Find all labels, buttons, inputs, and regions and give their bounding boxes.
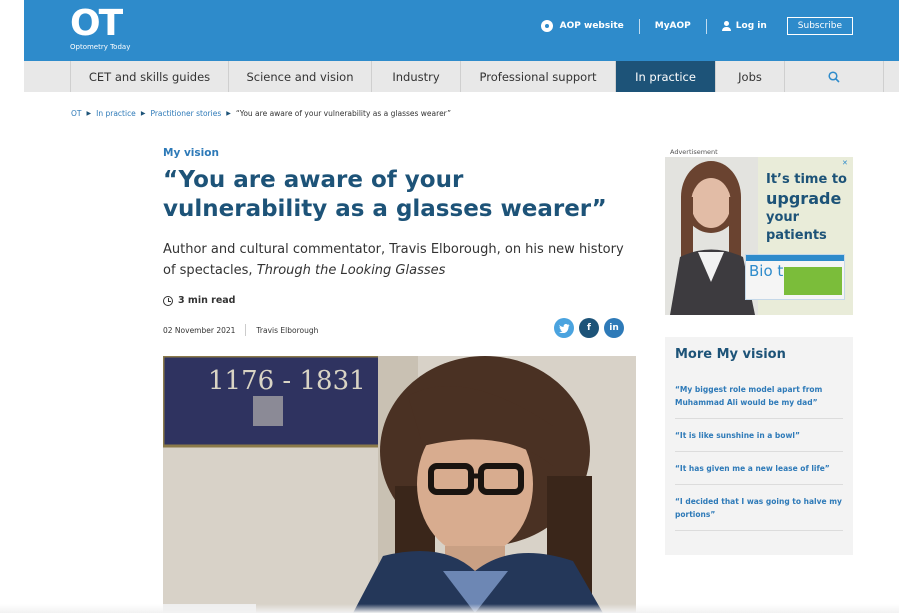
more-my-vision: More My vision “My biggest role model ap… <box>665 337 853 555</box>
breadcrumb-arrow-icon: ▶ <box>226 110 231 117</box>
article-meta: 02 November 2021 Travis Elborough <box>163 324 318 336</box>
advert-line1: It’s time to <box>766 172 847 187</box>
list-item[interactable]: “I decided that I was going to halve my … <box>675 485 843 531</box>
aop-website-link[interactable]: AOP website <box>540 20 624 32</box>
main-nav: CET and skills guides Science and vision… <box>24 61 899 92</box>
breadcrumb-in-practice[interactable]: In practice <box>96 109 136 118</box>
nav-item-jobs[interactable]: Jobs <box>715 61 784 92</box>
login-label: Log in <box>735 21 767 31</box>
nav-item-cet[interactable]: CET and skills guides <box>70 61 228 92</box>
myaop-link[interactable]: MyAOP <box>655 21 691 31</box>
breadcrumb-arrow-icon: ▶ <box>140 110 146 117</box>
article-standfirst: Author and cultural commentator, Travis … <box>163 239 633 281</box>
breadcrumb-practitioner-stories[interactable]: Practitioner stories <box>150 109 221 118</box>
article-title: “You are aware of your vulnerability as … <box>163 167 607 222</box>
read-time: 3 min read <box>163 295 235 306</box>
clock-icon <box>163 295 173 306</box>
logo-name: Optometry Today <box>70 43 131 51</box>
facebook-icon[interactable]: f <box>579 318 599 338</box>
nav-item-professional-support[interactable]: Professional support <box>460 61 615 92</box>
product-box-stripe <box>746 255 844 261</box>
article-date: 02 November 2021 <box>163 325 236 335</box>
read-time-label: 3 min read <box>178 295 236 306</box>
list-item[interactable]: “It has given me a new lease of life” <box>675 452 843 485</box>
list-item[interactable]: “It is like sunshine in a bowl” <box>675 419 843 452</box>
article-author[interactable]: Travis Elborough <box>256 326 318 335</box>
plaque-text: 1176 - 1831 <box>208 366 366 396</box>
advert-headline: It’s time to upgrade your patients <box>766 171 852 245</box>
login-link[interactable]: Log in <box>721 21 767 31</box>
nav-item-science[interactable]: Science and vision <box>228 61 371 92</box>
top-links: AOP website MyAOP Log in Subscribe <box>540 17 853 35</box>
page-bottom-edge <box>0 604 899 613</box>
advert-line2: upgrade <box>766 189 842 208</box>
divider <box>245 324 247 336</box>
portrait-image: 1176 - 1831 <box>163 356 636 613</box>
breadcrumb-home[interactable]: OT <box>71 109 82 118</box>
twitter-icon[interactable] <box>554 318 574 338</box>
close-icon[interactable]: ✕ <box>842 159 850 167</box>
article-kicker[interactable]: My vision <box>163 147 219 159</box>
breadcrumb: OT ▶ In practice ▶ Practitioner stories … <box>71 109 451 118</box>
site-header: OT Optometry Today AOP website MyAOP Log… <box>24 0 899 61</box>
list-item[interactable]: “My biggest role model apart from Muhamm… <box>675 383 843 419</box>
product-box-panel <box>784 267 842 295</box>
divider <box>705 18 707 34</box>
site-logo[interactable]: OT Optometry Today <box>70 6 130 52</box>
search-icon <box>828 70 840 83</box>
more-title: More My vision <box>675 347 786 362</box>
more-list: “My biggest role model apart from Muhamm… <box>675 383 843 531</box>
nav-item-industry[interactable]: Industry <box>371 61 460 92</box>
share-buttons: f in <box>554 318 624 338</box>
advert-line4: patients <box>766 228 827 243</box>
advert-product-box: Bio true <box>745 254 845 300</box>
divider <box>638 18 640 34</box>
nav-search-button[interactable] <box>784 61 884 92</box>
advert-banner[interactable]: ✕ It’s time to upgrade your patients Bio… <box>665 157 853 315</box>
nav-item-in-practice[interactable]: In practice <box>615 61 715 92</box>
aop-website-label: AOP website <box>559 21 624 31</box>
subscribe-button[interactable]: Subscribe <box>786 17 853 35</box>
book-title: Through the Looking Glasses <box>256 263 446 278</box>
logo-mark: OT <box>70 3 123 44</box>
user-icon <box>721 21 731 31</box>
linkedin-icon[interactable]: in <box>604 318 624 338</box>
advert-line3: your <box>766 210 800 225</box>
breadcrumb-arrow-icon: ▶ <box>86 110 92 117</box>
advert-label: Advertisement <box>670 148 718 156</box>
breadcrumb-current: “You are aware of your vulnerability as … <box>235 109 451 118</box>
aop-icon <box>540 20 553 32</box>
article-photo: 1176 - 1831 <box>163 356 636 613</box>
